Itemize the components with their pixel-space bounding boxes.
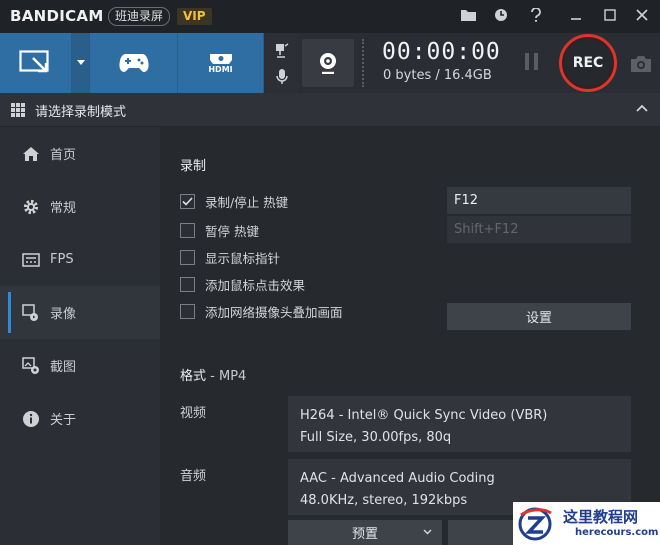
format-section-title: 格式 - MP4 — [180, 365, 246, 384]
click-effect-label: 添加鼠标点击效果 — [205, 277, 306, 293]
pause-hotkey-label: 暂停 热键 — [205, 223, 259, 239]
screen-rect-icon — [18, 50, 49, 73]
record-hotkey-option[interactable]: 录制/停止 热键 — [180, 192, 288, 210]
record-hotkey-field[interactable]: F12 — [447, 187, 631, 214]
close-icon[interactable] — [632, 5, 652, 25]
record-hotkey-checkbox[interactable] — [180, 193, 195, 209]
watermark-title: 这里教程网 — [563, 508, 639, 526]
sidebar-item-label: FPS — [50, 252, 74, 267]
sidebar-item-fps[interactable]: FPS — [0, 233, 160, 286]
show-cursor-checkbox[interactable] — [180, 249, 195, 265]
webcam-toggle-icon[interactable] — [272, 41, 292, 61]
help-icon[interactable] — [526, 5, 546, 25]
show-cursor-label: 显示鼠标指针 — [205, 250, 281, 266]
video-codec: H264 - Intel® Quick Sync Video (VBR) — [300, 408, 548, 423]
sidebar-item-label: 录像 — [50, 307, 77, 322]
audio-codec: AAC - Advanced Audio Coding — [300, 471, 495, 486]
pause-hotkey-field[interactable]: Shift+F12 — [447, 216, 631, 243]
image-icon — [22, 356, 40, 375]
preset-button[interactable]: 预置 — [288, 520, 442, 545]
sidebar-item-about[interactable]: 关于 — [0, 392, 160, 445]
maximize-icon[interactable] — [600, 5, 620, 25]
audio-format-label: 音频 — [180, 469, 207, 484]
sidebar-item-screenshot[interactable]: 截图 — [0, 339, 160, 392]
title-bar: BANDICAM 班迪录屏 VIP — [0, 0, 660, 33]
vip-badge[interactable]: VIP — [177, 8, 212, 25]
hdmi-icon: HDMI — [208, 53, 233, 74]
video-format-box[interactable]: H264 - Intel® Quick Sync Video (VBR) Ful… — [288, 396, 631, 452]
sidebar-item-label: 常规 — [50, 201, 77, 216]
pause-bar — [524, 53, 529, 70]
folder-icon[interactable] — [458, 5, 478, 25]
grid-icon — [11, 103, 25, 117]
pause-bar — [533, 53, 538, 70]
sidebar-item-home[interactable]: 首页 — [0, 127, 160, 180]
mode-select-title: 请选择录制模式 — [35, 105, 127, 120]
gear-icon — [22, 198, 40, 216]
video-icon — [22, 303, 40, 322]
home-icon — [22, 145, 40, 163]
site-watermark: 这里教程网 herecours.com — [513, 502, 660, 545]
device-record-mode-button[interactable]: HDMI — [178, 33, 264, 93]
webcam-overlay-label: 添加网络摄像头叠加画面 — [205, 304, 343, 320]
webcam-overlay-checkbox[interactable] — [180, 303, 195, 319]
pause-button[interactable] — [521, 53, 541, 73]
checkmark-icon — [182, 196, 193, 206]
gamepad-icon — [118, 54, 149, 72]
file-size-readout: 0 bytes / 16.4GB — [383, 68, 492, 83]
recording-timer: 00:00:00 — [382, 39, 501, 65]
watermark-url: herecours.com — [575, 527, 659, 538]
app-logo: BANDICAM — [10, 7, 104, 25]
toolbar-separator — [362, 39, 366, 87]
pause-hotkey-option[interactable]: 暂停 热键 — [180, 221, 259, 239]
webcam-settings-button[interactable]: 设置 — [447, 303, 631, 330]
sidebar-item-label: 关于 — [50, 413, 77, 428]
bandicam-window: BANDICAM 班迪录屏 VIP HDMI 00:00:00 0 bytes … — [0, 0, 660, 545]
video-format-label: 视频 — [180, 406, 207, 421]
brand-name: 班迪录屏 — [108, 7, 171, 26]
rec-button[interactable]: REC — [559, 34, 617, 92]
pause-hotkey-checkbox[interactable] — [180, 222, 195, 238]
game-record-mode-button[interactable] — [90, 33, 178, 93]
preset-label: 预置 — [351, 527, 378, 542]
sidebar-item-video[interactable]: 录像 — [0, 286, 160, 339]
click-effect-checkbox[interactable] — [180, 276, 195, 292]
video-params: Full Size, 30.00fps, 80q — [300, 430, 452, 445]
watermark-logo — [518, 507, 552, 541]
device-toggle-column — [266, 33, 298, 93]
sidebar-item-label: 首页 — [50, 148, 77, 163]
fps-icon — [22, 251, 40, 269]
chevron-up-icon[interactable] — [634, 100, 650, 116]
webcam-overlay-option[interactable]: 添加网络摄像头叠加画面 — [180, 302, 343, 320]
sidebar-item-label: 截图 — [50, 360, 77, 375]
screenshot-camera-icon[interactable] — [630, 55, 652, 73]
show-cursor-option[interactable]: 显示鼠标指针 — [180, 248, 280, 266]
format-settings-button[interactable] — [448, 520, 518, 545]
clock-icon[interactable] — [491, 5, 511, 25]
format-container: - MP4 — [206, 369, 247, 384]
info-icon — [22, 410, 40, 428]
record-hotkey-label: 录制/停止 热键 — [205, 194, 289, 210]
webcam-button[interactable] — [302, 39, 354, 87]
record-section-title: 录制 — [180, 159, 207, 174]
chevron-down-icon — [423, 529, 432, 535]
microphone-icon[interactable] — [272, 66, 292, 86]
webcam-icon — [320, 53, 336, 74]
minimize-icon[interactable] — [566, 5, 586, 25]
mode-dropdown-button[interactable] — [72, 33, 90, 93]
hdmi-label: HDMI — [208, 64, 233, 74]
sidebar-item-general[interactable]: 常规 — [0, 180, 160, 233]
format-title: 格式 — [180, 369, 207, 384]
toolbar: HDMI 00:00:00 0 bytes / 16.4GB REC — [0, 33, 660, 93]
screen-record-mode-button[interactable] — [0, 33, 72, 93]
chevron-down-icon — [76, 60, 85, 65]
sidebar: 首页 常规 FPS 录像 截图 关于 — [0, 127, 160, 545]
click-effect-option[interactable]: 添加鼠标点击效果 — [180, 275, 305, 293]
